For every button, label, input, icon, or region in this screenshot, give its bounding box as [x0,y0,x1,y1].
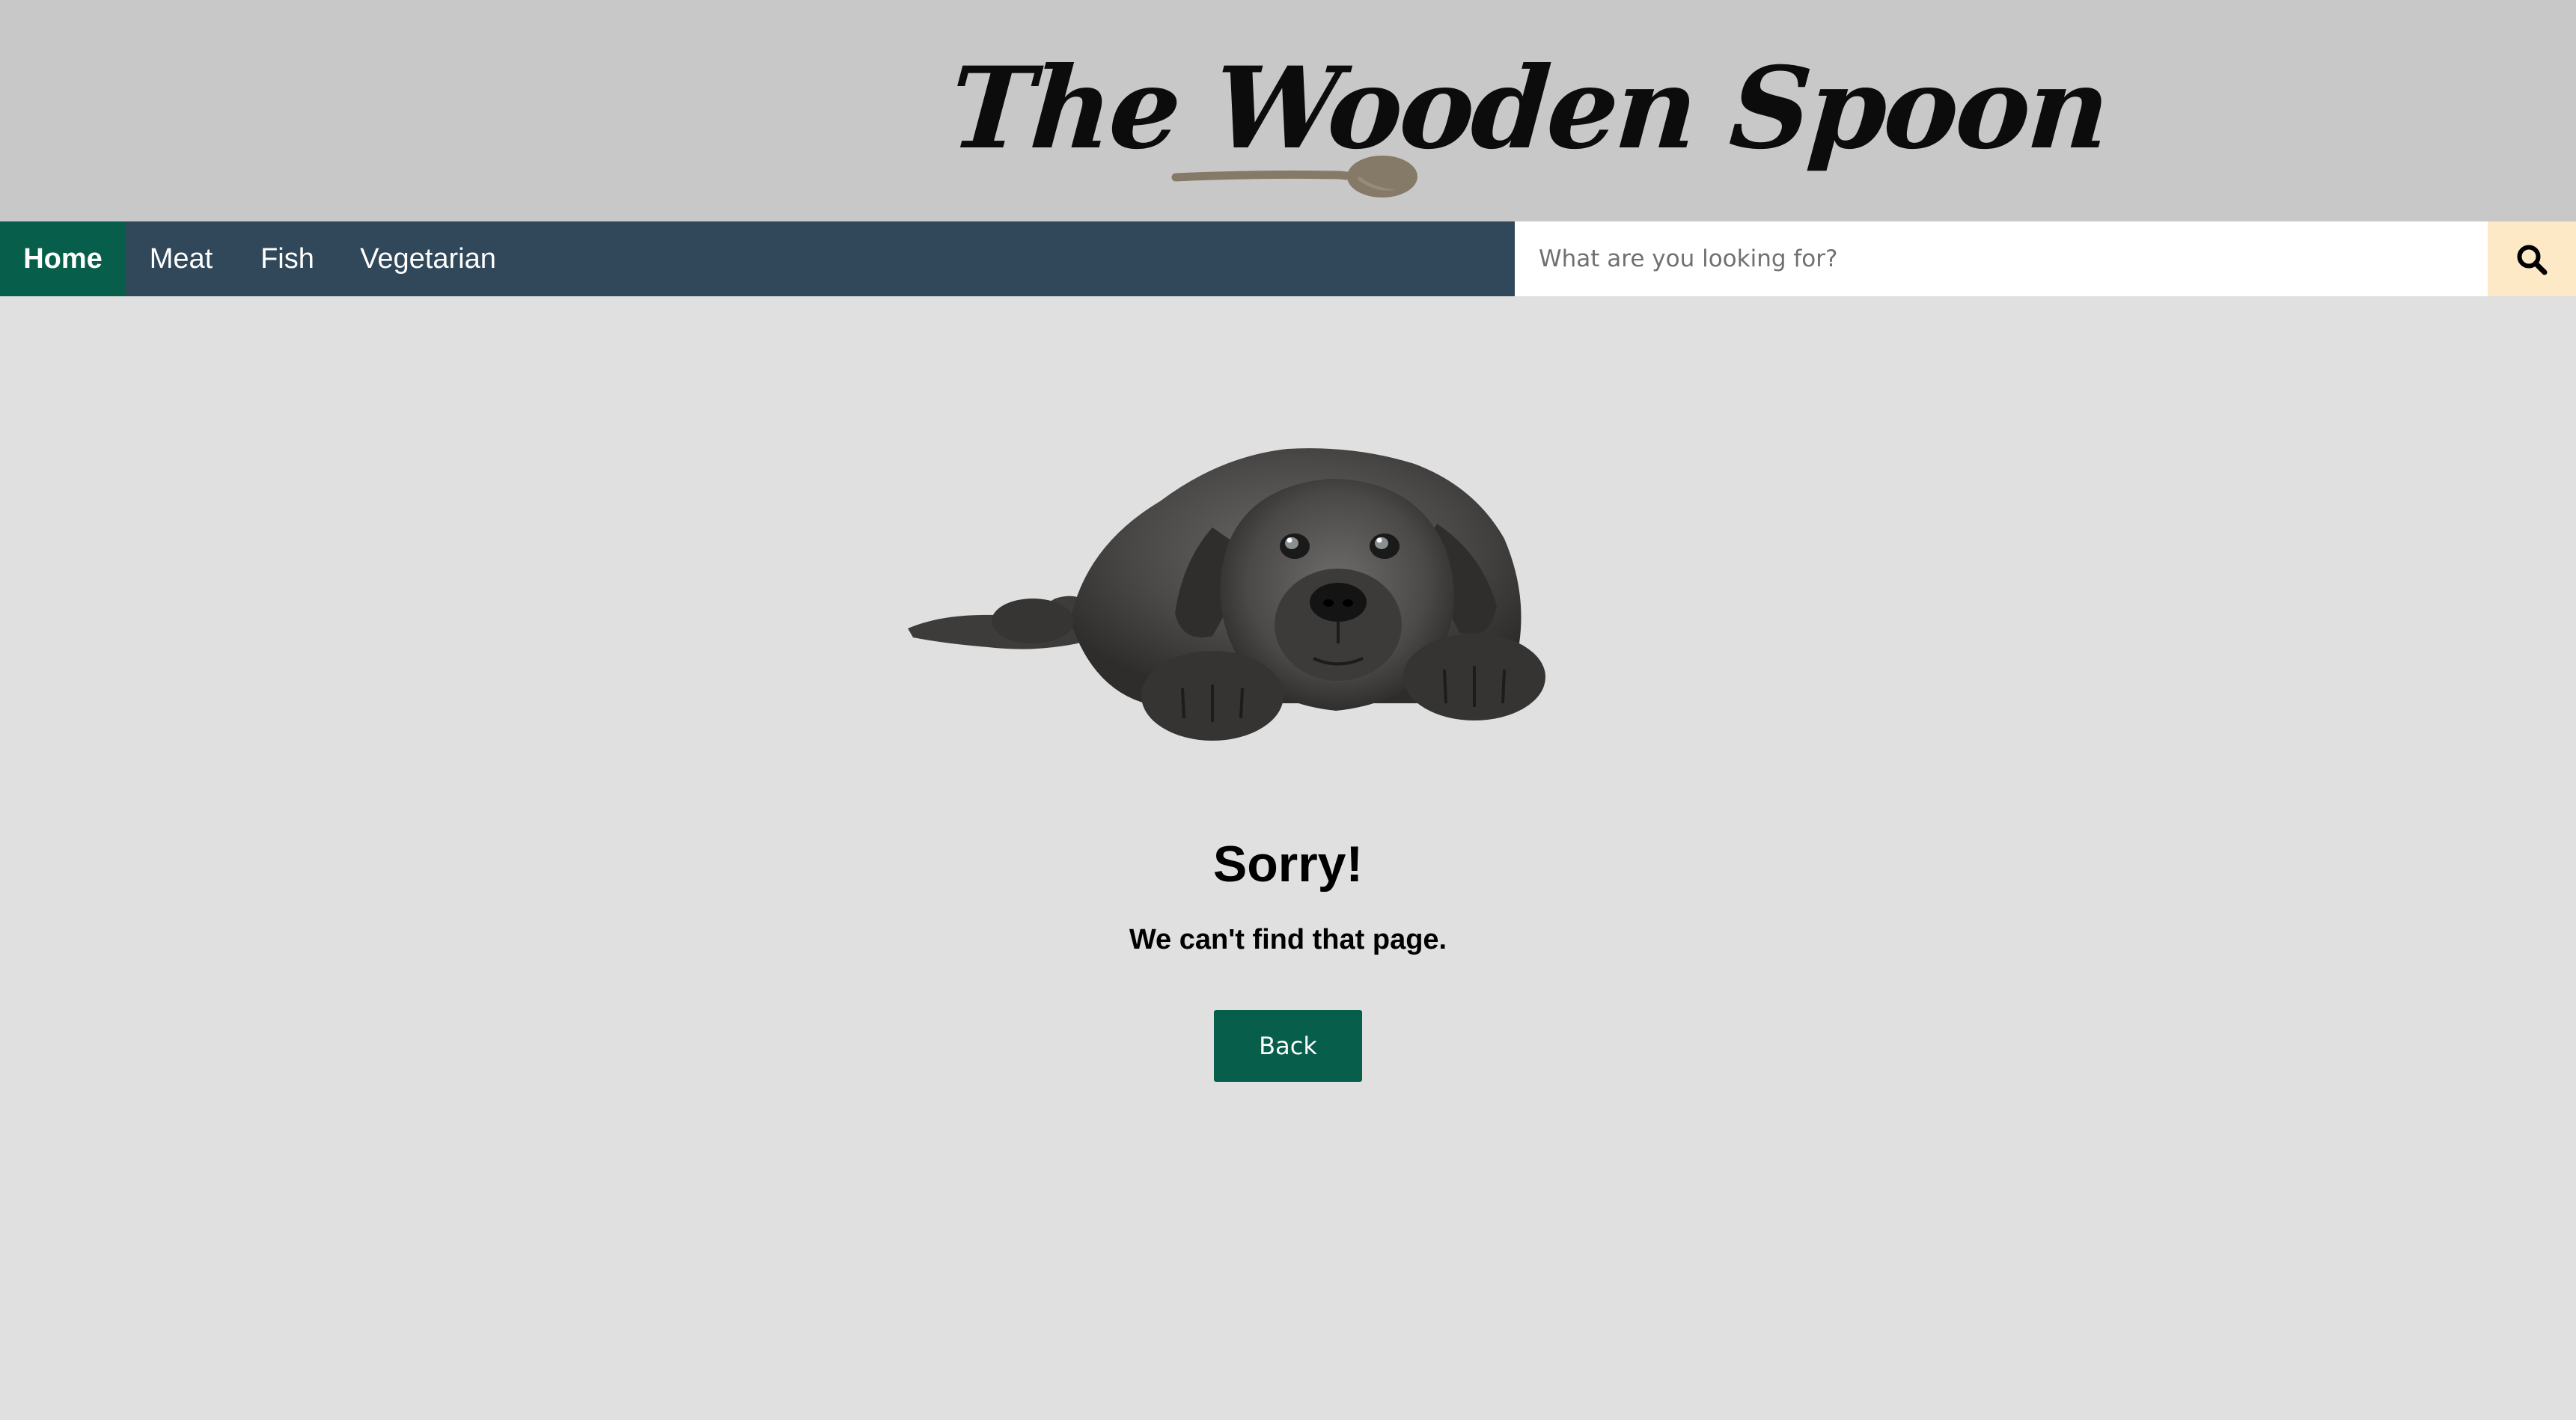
search-icon [2517,245,2548,275]
back-button[interactable]: Back [1214,1010,1362,1082]
error-title: Sorry! [1212,836,1364,893]
nav-item-home[interactable]: Home [0,221,126,296]
site-header: The Wooden Spoon [0,0,2576,221]
logo-text: The Wooden Spoon [945,43,2111,174]
search-input[interactable] [1515,221,2488,296]
error-message: We can't find that page. [1129,924,1447,955]
nav-item-vegetarian[interactable]: Vegetarian [338,221,518,296]
nav-item-meat[interactable]: Meat [126,221,236,296]
sad-puppy-image [908,448,1545,741]
site-logo[interactable]: The Wooden Spoon [946,37,2111,209]
wooden-spoon-icon [1171,156,1417,198]
nav-item-fish[interactable]: Fish [236,221,338,296]
search-button[interactable] [2488,221,2576,296]
